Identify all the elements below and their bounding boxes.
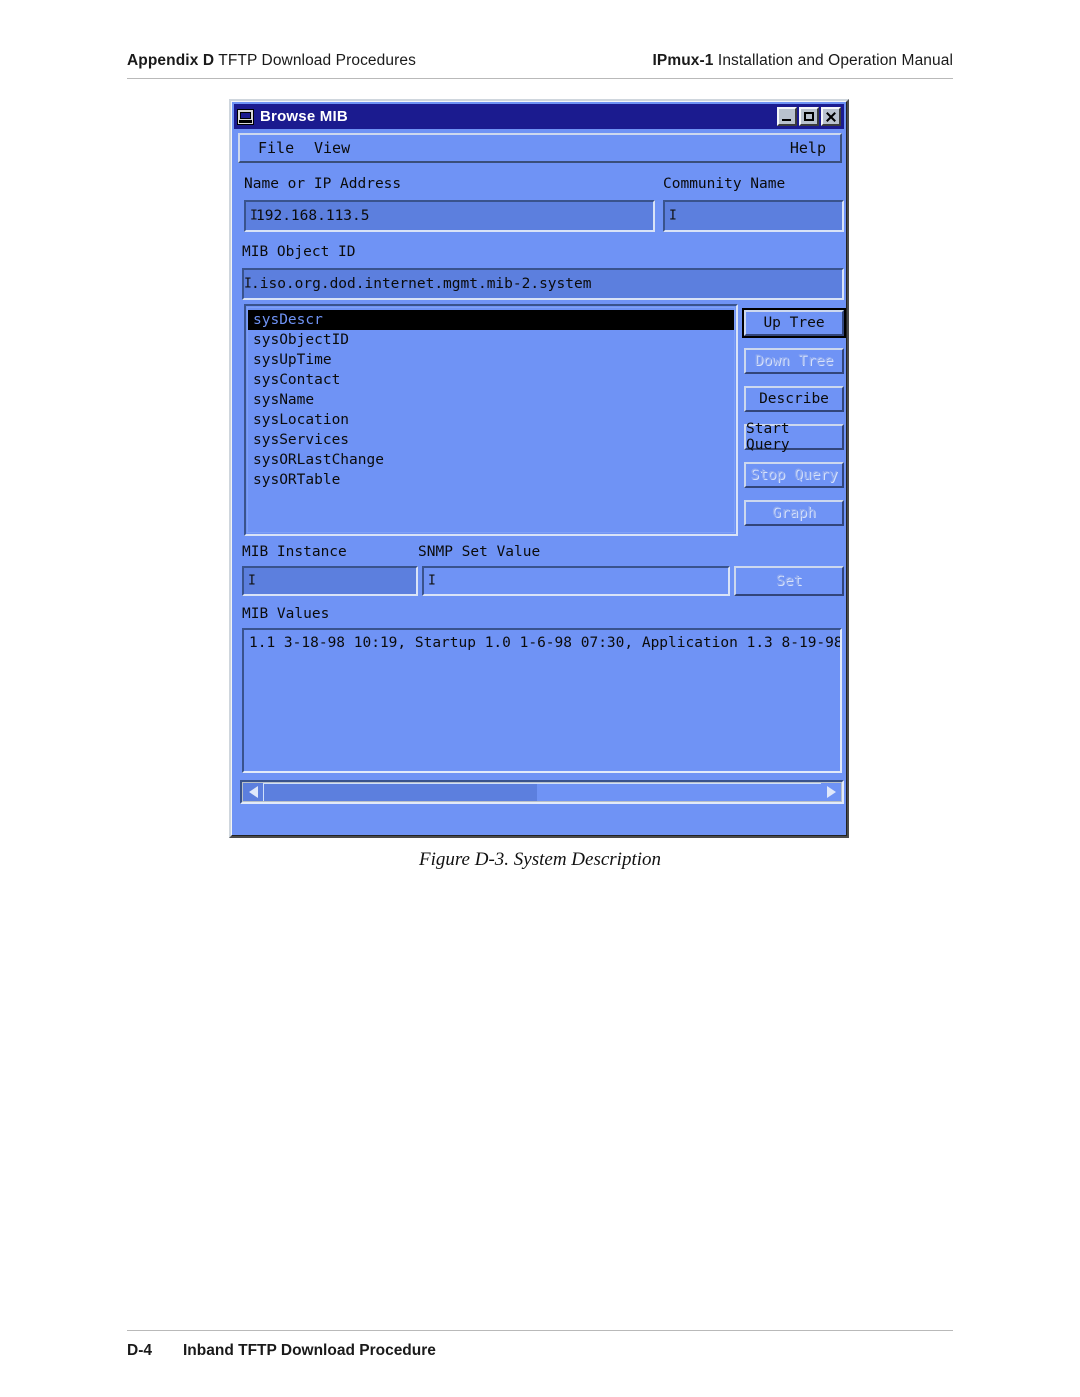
menu-bar: File View Help [238,133,842,163]
page-running-header: Appendix D TFTP Download Procedures IPmu… [127,52,953,86]
horizontal-scrollbar[interactable] [240,780,844,804]
list-item[interactable]: sysUpTime [248,350,734,370]
list-item[interactable]: sysDescr [248,310,734,330]
list-item[interactable]: sysLocation [248,410,734,430]
scrollbar-thumb[interactable] [264,784,537,801]
window-inner-frame: Browse MIB File View Help Name or IP Add… [231,101,847,836]
start-query-button[interactable]: Start Query [744,421,844,453]
window-client-area: Name or IP Address 192.168.113.5 Communi… [236,168,846,830]
mib-values-textarea[interactable]: 1.1 3-18-98 10:19, Startup 1.0 1-6-98 07… [242,628,842,773]
text-caret [669,209,676,224]
list-item[interactable]: sysObjectID [248,330,734,350]
header-left: Appendix D TFTP Download Procedures [127,52,416,70]
header-rule [127,78,953,79]
window-title: Browse MIB [260,108,348,125]
scrollbar-track[interactable] [263,783,821,801]
browse-mib-window: Browse MIB File View Help Name or IP Add… [229,99,849,838]
header-right: IPmux-1 Installation and Operation Manua… [653,52,954,70]
snmp-set-value-label: SNMP Set Value [418,544,541,560]
close-icon[interactable] [821,107,841,126]
mib-object-id-label: MIB Object ID [242,244,356,260]
stop-query-button[interactable]: Stop Query [744,462,844,488]
community-name-input[interactable] [663,200,844,232]
page-number: D-4 [127,1342,152,1359]
text-caret [244,277,251,292]
list-item[interactable]: sysServices [248,430,734,450]
mib-instance-input[interactable] [242,566,418,596]
describe-button[interactable]: Describe [744,386,844,412]
menu-item-help[interactable]: Help [790,139,826,157]
mib-object-list-inner: sysDescr sysObjectID sysUpTime sysContact sy… [247,307,735,533]
arrow-left-icon[interactable] [243,783,263,801]
mib-object-listbox[interactable]: sysDescr sysObjectID sysUpTime sysContact sy… [244,304,738,536]
computer-icon [237,108,254,125]
maximize-icon[interactable] [799,107,819,126]
footer-rule [127,1330,953,1331]
figure-caption: Figure D-3. System Description [418,849,662,870]
header-product-name: IPmux-1 [652,52,714,69]
footer-section-title: Inband TFTP Download Procedure [183,1342,436,1359]
list-item[interactable]: sysName [248,390,734,410]
header-manual-title: Installation and Operation Manual [713,52,953,69]
page-running-footer: D-4 Inband TFTP Download Procedure [127,1330,953,1370]
mib-values-label: MIB Values [242,606,330,622]
text-caret [428,574,435,589]
menu-item-file[interactable]: File [258,139,294,157]
list-item[interactable]: sysContact [248,370,734,390]
window-controls [777,107,841,126]
mib-instance-label: MIB Instance [242,544,347,560]
graph-button[interactable]: Graph [744,500,844,526]
set-button[interactable]: Set [734,566,844,596]
down-tree-button[interactable]: Down Tree [744,348,844,374]
snmp-set-value-input[interactable] [422,566,730,596]
header-appendix-title: TFTP Download Procedures [214,52,416,69]
name-or-ip-input[interactable]: 192.168.113.5 [244,200,655,232]
text-caret [248,574,255,589]
list-item[interactable]: sysORLastChange [248,450,734,470]
header-appendix-label: Appendix D [127,52,215,69]
arrow-right-icon[interactable] [821,783,841,801]
name-or-ip-value: 192.168.113.5 [256,208,370,224]
name-or-ip-label: Name or IP Address [244,176,402,192]
up-tree-button[interactable]: Up Tree [742,308,846,338]
community-name-label: Community Name [663,176,786,192]
list-item[interactable]: sysORTable [248,470,734,490]
mib-object-id-input[interactable]: .iso.org.dod.internet.mgmt.mib-2.system [242,268,844,300]
menu-item-view[interactable]: View [314,139,350,157]
minimize-icon[interactable] [777,107,797,126]
mib-object-id-value: .iso.org.dod.internet.mgmt.mib-2.system [251,276,592,292]
mib-values-text: 1.1 3-18-98 10:19, Startup 1.0 1-6-98 07… [249,635,842,651]
window-titlebar[interactable]: Browse MIB [234,104,844,129]
